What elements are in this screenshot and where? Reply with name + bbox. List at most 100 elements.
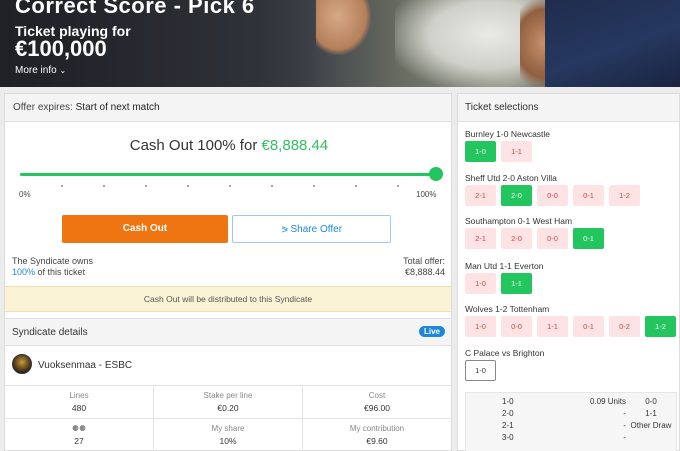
ownership-rest: of this ticket <box>37 267 86 277</box>
stat-my-share: My share 10% <box>154 419 303 451</box>
ownership-value: 100% of this ticket <box>12 267 85 277</box>
slider-tick <box>229 185 231 187</box>
slider-tick <box>355 185 357 187</box>
stat-value: €96.00 <box>364 403 390 413</box>
score-chip[interactable]: 1-0 <box>465 141 496 162</box>
ownership-label: The Syndicate owns <box>12 256 94 266</box>
syndicate-header: Syndicate details Live <box>5 318 451 346</box>
distribution-cell: Other Draw <box>630 421 672 430</box>
share-icon: ⪖ <box>280 224 289 234</box>
match-title: C Palace vs Brighton <box>465 348 545 358</box>
distribution-row: 1-0 0.09 Units 0-0 <box>466 397 678 409</box>
offer-expires-label: Offer expires: <box>13 102 73 113</box>
stat-cost: Cost €96.00 <box>303 386 451 419</box>
syndicate-stats: Lines 480 Stake per line €0.20 Cost €96.… <box>5 385 451 451</box>
slider-ticks <box>20 185 440 188</box>
distribution-cell: 0-0 <box>645 397 657 406</box>
ownership-percent: 100% <box>12 267 36 277</box>
slider-max-label: 100% <box>416 190 437 199</box>
stat-value: €0.20 <box>217 403 239 413</box>
promo-banner: Correct Score - Pick 6 Ticket playing fo… <box>0 0 680 87</box>
banner-photo-arm <box>316 0 371 55</box>
score-chip[interactable]: 0-2 <box>609 316 640 337</box>
total-offer-label: Total offer: <box>403 256 445 266</box>
score-chip[interactable]: 2-0 <box>501 185 532 206</box>
stat-label: Cost <box>368 391 386 400</box>
slider-tick <box>145 185 147 187</box>
stat-label: My contribution <box>349 424 405 433</box>
banner-photo-player-navy <box>545 0 680 87</box>
people-icon: ⚈⚈ <box>71 424 87 433</box>
stat-value: 480 <box>71 403 87 413</box>
stat-value: 27 <box>74 436 84 446</box>
stat-label: Stake per line <box>203 391 253 400</box>
stat-members: ⚈⚈ 27 <box>5 419 154 451</box>
banner-title: Correct Score - Pick 6 <box>15 0 255 18</box>
score-chip[interactable]: 1-2 <box>645 316 676 337</box>
cashout-title: Cash Out 100% for €8,888.44 <box>5 137 453 154</box>
slider-tick <box>103 185 105 187</box>
share-offer-button[interactable]: ⪖ Share Offer <box>232 215 391 243</box>
score-chip[interactable]: 0-0 <box>537 185 568 206</box>
chevron-down-icon: ⌄ <box>59 66 67 75</box>
avatar <box>12 354 32 374</box>
score-chip[interactable]: 1-0 <box>465 316 496 337</box>
slider-min-label: 0% <box>19 190 31 199</box>
score-chip[interactable]: 1-0 <box>465 273 496 294</box>
distribution-cell: - <box>623 421 626 430</box>
match-title: Wolves 1-2 Tottenham <box>465 304 550 314</box>
score-chip[interactable]: 1-1 <box>501 141 532 162</box>
syndicate-name: Vuoksenmaa - ESBC <box>38 360 133 371</box>
match-title: Burnley 1-0 Newcastle <box>465 129 551 139</box>
match-title: Southampton 0-1 West Ham <box>465 216 573 226</box>
score-chip[interactable]: 1-2 <box>609 185 640 206</box>
score-chip[interactable]: 0-0 <box>537 228 568 249</box>
stat-label: My share <box>211 424 245 433</box>
more-info-link[interactable]: More info ⌄ <box>15 65 66 76</box>
distribution-cell: 0.09 Units <box>589 397 626 406</box>
distribution-cell: 1-1 <box>645 409 657 418</box>
banner-amount: €100,000 <box>15 36 107 61</box>
score-chip[interactable]: 0-1 <box>573 316 604 337</box>
distribution-cell: 3-0 <box>502 433 514 442</box>
distribution-row: 3-0 - <box>466 433 678 445</box>
more-info-label: More info <box>15 65 57 76</box>
slider-tick <box>187 185 189 187</box>
stat-stake-per-line: Stake per line €0.20 <box>154 386 303 419</box>
distribution-notice: Cash Out will be distributed to this Syn… <box>5 286 451 312</box>
distribution-cell: 1-0 <box>502 397 514 406</box>
score-chip[interactable]: 2-0 <box>501 228 532 249</box>
offer-expires-value: Start of next match <box>75 102 160 113</box>
live-badge: Live <box>418 326 445 337</box>
score-chip[interactable]: 2-1 <box>465 228 496 249</box>
distribution-row: 2-1 - Other Draw <box>466 421 678 433</box>
stat-label: ⚈⚈ <box>5 424 153 433</box>
cashout-slider-handle[interactable] <box>429 167 443 181</box>
cashout-title-prefix: Cash Out 100% for <box>129 137 258 154</box>
score-chip[interactable]: 0-0 <box>501 316 532 337</box>
slider-tick <box>61 185 63 187</box>
score-chip[interactable]: 0-1 <box>573 185 604 206</box>
match-title: Man Utd 1-1 Everton <box>465 261 544 271</box>
score-chip[interactable]: 0-1 <box>573 228 604 249</box>
score-chip[interactable]: 1-0 <box>465 360 496 381</box>
cash-out-button[interactable]: Cash Out <box>62 215 228 243</box>
distribution-row: 2-0 - 1-1 <box>466 409 678 421</box>
slider-tick <box>271 185 273 187</box>
syndicate-heading: Syndicate details <box>12 327 88 338</box>
slider-tick <box>397 185 399 187</box>
score-chip[interactable]: 1-1 <box>537 316 568 337</box>
selections-heading: Ticket selections <box>458 94 679 122</box>
score-chip[interactable]: 1-1 <box>501 273 532 294</box>
offer-expires-bar: Offer expires: Start of next match <box>5 94 451 122</box>
cashout-slider-track[interactable] <box>20 173 440 176</box>
match-title: Sheff Utd 2-0 Aston Villa <box>465 173 557 183</box>
share-offer-label: Share Offer <box>290 224 343 235</box>
score-chip[interactable]: 2-1 <box>465 185 496 206</box>
stat-value: 10% <box>219 436 237 446</box>
stat-lines: Lines 480 <box>5 386 154 419</box>
slider-tick <box>313 185 315 187</box>
stat-value: €9.60 <box>366 436 388 446</box>
ticket-selections-panel: Ticket selections Burnley 1-0 Newcastle 1… <box>457 93 680 451</box>
distribution-cell: 2-0 <box>502 409 514 418</box>
